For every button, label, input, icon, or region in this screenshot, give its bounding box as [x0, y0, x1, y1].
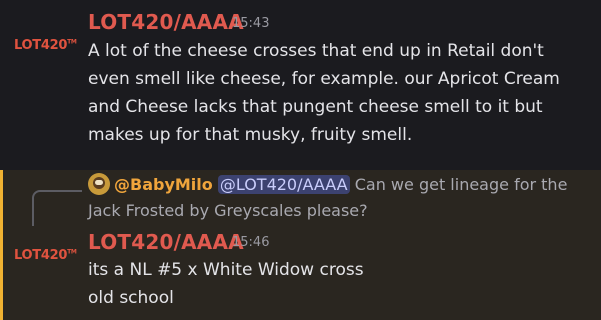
mention-highlight-bar	[0, 170, 3, 320]
avatar[interactable]: LOT420TM	[14, 38, 77, 53]
avatar[interactable]: LOT420TM	[14, 248, 77, 263]
avatar-trademark: TM	[67, 248, 77, 256]
reply-avatar-icon[interactable]	[88, 173, 110, 195]
reply-connector	[32, 190, 82, 226]
avatar-label: LOT420	[14, 38, 68, 53]
message-followup-text: old school	[88, 288, 174, 308]
message-1: LOT420TM LOT420/AAAA 15:43 A lot of the …	[0, 0, 601, 168]
message-2: @BabyMilo @LOT420/AAAA Can we get lineag…	[0, 170, 601, 320]
message-author[interactable]: LOT420/AAAA	[88, 230, 244, 254]
message-author[interactable]: LOT420/AAAA	[88, 10, 244, 34]
message-text: its a NL #5 x White Widow cross	[88, 260, 364, 280]
avatar-label: LOT420	[14, 248, 68, 263]
reply-preview[interactable]: @BabyMilo @LOT420/AAAA Can we get lineag…	[88, 172, 588, 224]
message-timestamp[interactable]: 15:46	[232, 235, 269, 250]
message-text: A lot of the cheese crosses that end up …	[88, 41, 560, 145]
reply-author[interactable]: @BabyMilo	[114, 175, 213, 194]
avatar-trademark: TM	[67, 38, 77, 46]
reply-mention[interactable]: @LOT420/AAAA	[217, 175, 350, 194]
message-timestamp[interactable]: 15:43	[232, 16, 269, 31]
